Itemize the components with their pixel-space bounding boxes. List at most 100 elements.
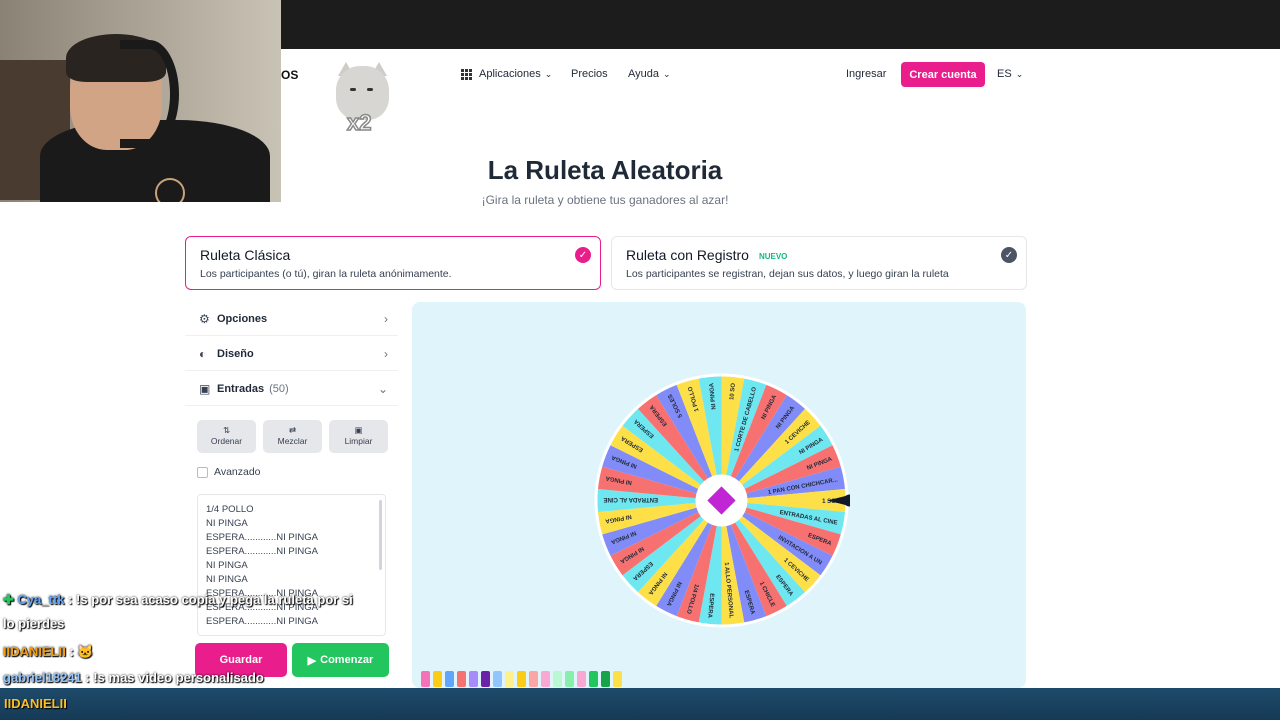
palette-swatch[interactable] [541, 671, 550, 687]
design-row[interactable]: ◐ Diseño › [185, 337, 398, 371]
chevron-down-icon: ⌄ [377, 381, 388, 396]
chat-line: IIDANIELII : 🐱 [3, 644, 94, 660]
advanced-checkbox[interactable]: Avanzado [197, 466, 261, 478]
mode-card-registration[interactable]: Ruleta con Registro NUEVO Los participant… [611, 236, 1027, 290]
cat-emote-icon: 🐱 [77, 644, 94, 659]
shuffle-label: Mezclar [277, 436, 308, 446]
chevron-down-icon: ⌄ [544, 68, 553, 79]
palette-swatch[interactable] [505, 671, 514, 687]
cat-badge: x2 [346, 109, 372, 136]
taskbar: IIDANIELII [0, 688, 1280, 720]
entry-line: 1/4 POLLO [206, 504, 254, 515]
check-icon: ✓ [575, 247, 591, 263]
chat-message: : !s mas video personalisado [81, 670, 264, 685]
page-subtitle: ¡Gira la ruleta y obtiene tus ganadores … [481, 193, 729, 207]
sort-label: Ordenar [210, 436, 243, 446]
login-link[interactable]: Ingresar [846, 68, 886, 80]
chat-username: gabriel18241 [3, 670, 82, 685]
language-selector[interactable]: ES ⌄ [997, 68, 1023, 80]
mode-title: Ruleta Clásica [200, 247, 291, 263]
gear-icon: ⚙ [199, 311, 210, 326]
mode-description: Los participantes (o tú), giran la rulet… [200, 268, 452, 280]
mode-title: Ruleta con Registro [626, 247, 749, 263]
chevron-down-icon: ⌄ [663, 68, 671, 79]
palette-swatch[interactable] [553, 671, 562, 687]
nav-apps-label: Aplicaciones [479, 68, 541, 80]
mode-description: Los participantes se registran, dejan su… [626, 268, 949, 280]
nav-prices[interactable]: Precios [571, 68, 608, 80]
options-row[interactable]: ⚙ Opciones › [185, 302, 398, 336]
chat-message: : !s por sea acaso copia y pega la rulet… [64, 592, 353, 607]
design-label: Diseño [217, 347, 254, 360]
palette-swatch[interactable] [529, 671, 538, 687]
palette-swatch[interactable] [433, 671, 442, 687]
palette-swatch[interactable] [493, 671, 502, 687]
taskbar-label: IIDANIELII [4, 696, 67, 711]
wheel-label: ENTRADA AL CINE [604, 496, 658, 502]
chat-line: ✚ Cya_ttk : !s por sea acaso copia y peg… [3, 592, 353, 608]
entries-row[interactable]: ▣ Entradas (50) ⌄ [185, 372, 398, 406]
nav-help[interactable]: Ayuda ⌄ [628, 68, 671, 80]
chat-username: Cya_ttk [17, 592, 65, 607]
gift-icon: ▣ [199, 381, 211, 396]
create-account-button[interactable]: Crear cuenta [901, 62, 985, 87]
page-title: La Ruleta Aleatoria [487, 155, 723, 185]
theme-palette [421, 671, 622, 687]
check-icon: ✓ [1001, 247, 1017, 263]
brand-logo-text[interactable]: OS [281, 68, 298, 82]
start-label: Comenzar [320, 654, 374, 666]
clear-label: Limpiar [344, 436, 373, 446]
trash-icon: ▣ [354, 425, 363, 435]
sort-icon: ⇅ [222, 425, 231, 435]
palette-swatch[interactable] [445, 671, 454, 687]
entries-scrollbar[interactable] [379, 500, 382, 570]
palette-swatch[interactable] [565, 671, 574, 687]
palette-swatch[interactable] [589, 671, 598, 687]
checkbox-icon [197, 466, 208, 478]
palette-swatch[interactable] [601, 671, 610, 687]
options-label: Opciones [217, 312, 268, 325]
entry-line: ESPERA............NI PINGA [206, 546, 318, 557]
palette-swatch[interactable] [577, 671, 586, 687]
palette-swatch[interactable] [517, 671, 526, 687]
start-button[interactable]: ▶ Comenzar [292, 643, 389, 677]
shuffle-button[interactable]: ⇄ Mezclar [263, 420, 322, 453]
nav-help-label: Ayuda [628, 68, 659, 80]
entries-count: (50) [269, 382, 289, 395]
advanced-label: Avanzado [214, 466, 261, 478]
chat-line: lo pierdes [3, 616, 64, 631]
chevron-right-icon: › [384, 311, 388, 326]
palette-swatch[interactable] [421, 671, 430, 687]
palette-swatch[interactable] [469, 671, 478, 687]
chevron-down-icon: ⌄ [1015, 68, 1024, 79]
palette-icon: ◐ [199, 346, 207, 361]
palette-swatch[interactable] [457, 671, 466, 687]
entry-line: NI PINGA [206, 518, 248, 529]
login-label: Ingresar [846, 68, 887, 80]
chat-message: : [65, 644, 78, 659]
shuffle-icon: ⇄ [288, 425, 297, 435]
palette-swatch[interactable] [481, 671, 490, 687]
sort-button[interactable]: ⇅ Ordenar [197, 420, 256, 453]
chat-badge-icon: ✚ [3, 592, 14, 607]
palette-swatch[interactable] [613, 671, 622, 687]
clear-button[interactable]: ▣ Limpiar [329, 420, 388, 453]
grid-icon [461, 68, 472, 80]
cat-emote-image: x2 [334, 62, 391, 136]
mode-card-classic[interactable]: Ruleta Clásica Los participantes (o tú),… [185, 236, 601, 290]
entries-textarea[interactable]: 1/4 POLLO NI PINGA ESPERA............NI PI… [197, 494, 386, 636]
chat-line: gabriel18241 : !s mas video personalisad… [3, 670, 264, 685]
language-label: ES [997, 68, 1012, 80]
entry-line: ESPERA............NI PINGA [206, 616, 318, 627]
chat-message: lo pierdes [3, 616, 65, 631]
entry-line: ESPERA............NI PINGA [206, 532, 318, 543]
chevron-right-icon: › [384, 346, 388, 361]
chat-username: IIDANIELII [3, 644, 66, 659]
nav-apps[interactable]: Aplicaciones ⌄ [461, 68, 552, 80]
entry-line: NI PINGA [206, 574, 248, 585]
play-icon: ▶ [307, 654, 317, 667]
roulette-wheel[interactable]: 10 SO1 CORTE DE CABELLO NI PINGANI PINGA1… [593, 372, 850, 629]
entry-line: NI PINGA [206, 560, 248, 571]
entries-label: Entradas [217, 382, 265, 395]
new-badge: NUEVO [758, 251, 788, 261]
